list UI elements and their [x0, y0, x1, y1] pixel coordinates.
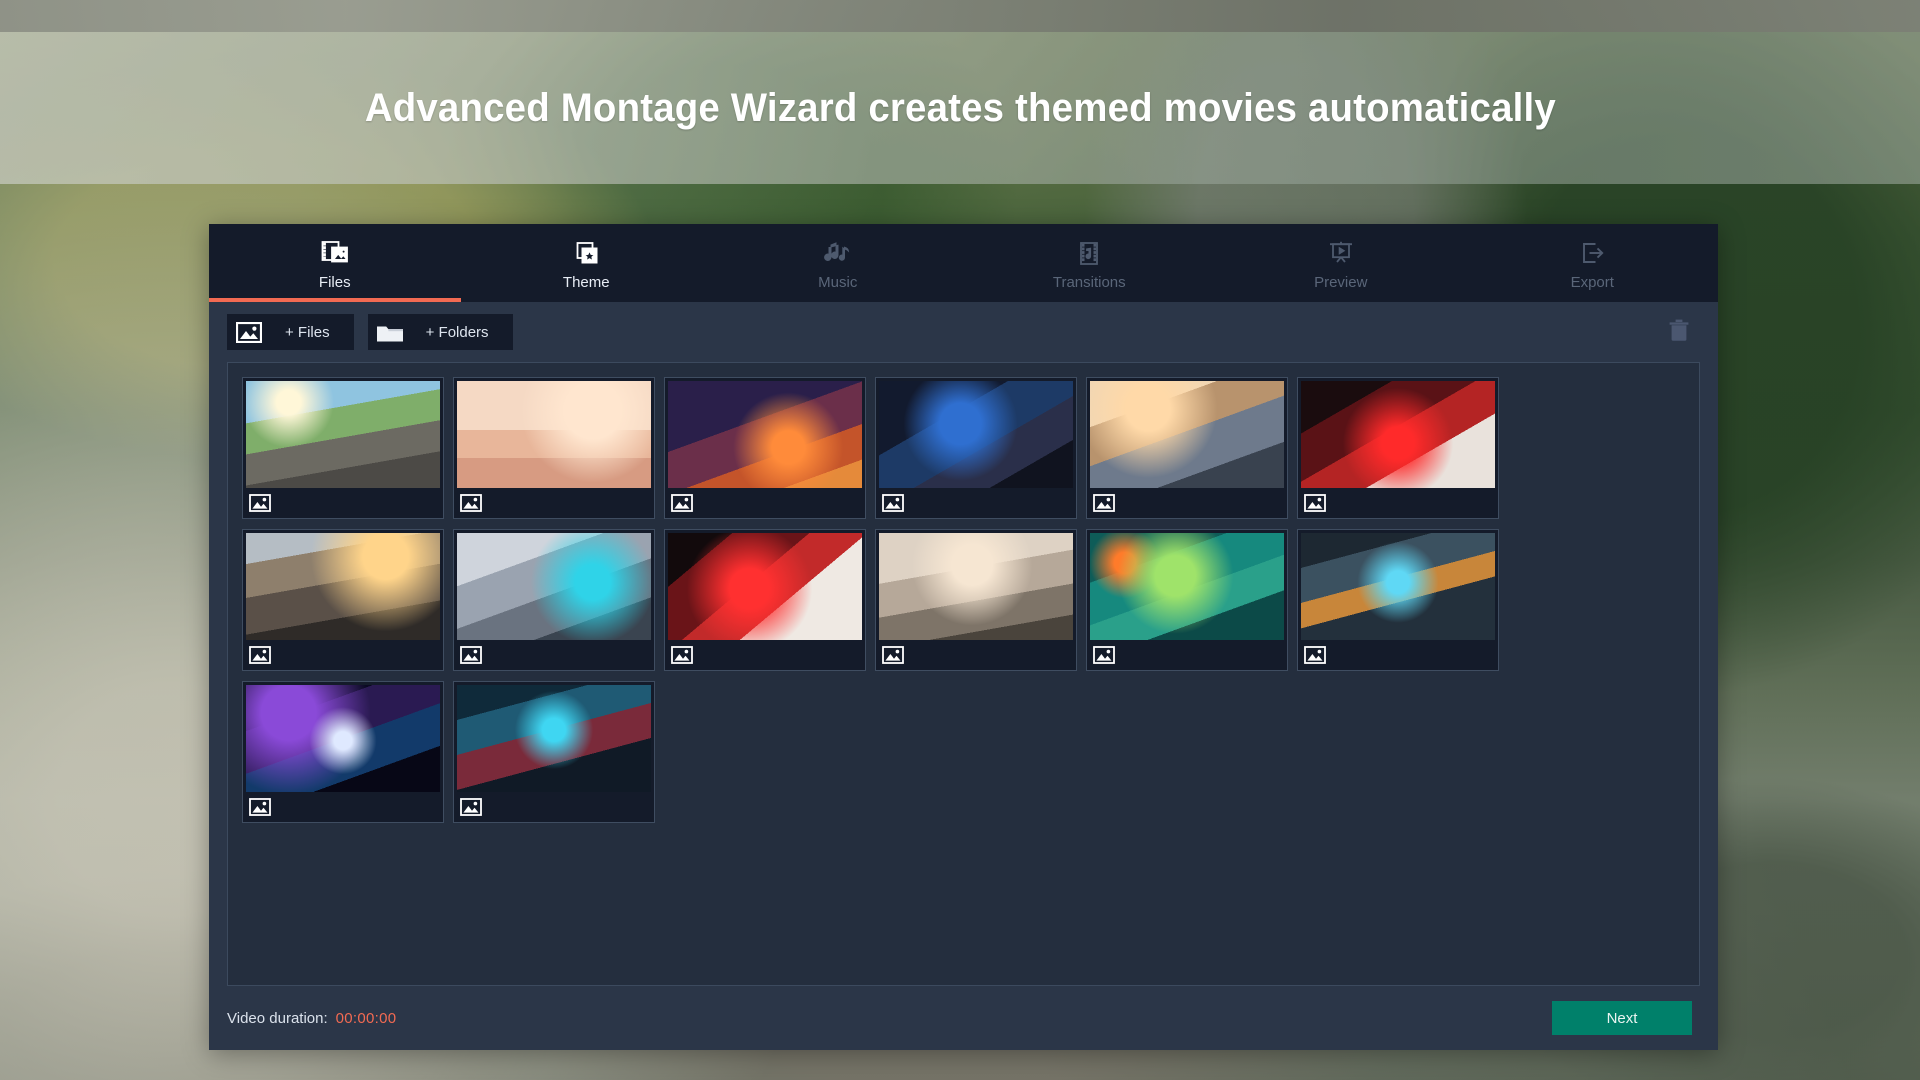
- image-badge-icon: [460, 646, 482, 664]
- add-folders-label: + Folders: [425, 323, 489, 341]
- thumbnail-image: [1090, 533, 1284, 640]
- video-duration-value: 00:00:00: [335, 1009, 397, 1027]
- tab-label-export: Export: [1570, 274, 1614, 291]
- add-files-button[interactable]: + Files: [227, 314, 354, 350]
- preview-play-icon: [1326, 239, 1356, 269]
- media-thumbnail[interactable]: [453, 377, 655, 519]
- thumbnail-footer: [665, 488, 865, 518]
- thumbnail-image: [457, 685, 651, 792]
- tab-transitions[interactable]: Transitions: [964, 224, 1216, 302]
- background-top-strip: [0, 0, 1920, 32]
- thumbnail-footer: [1087, 640, 1287, 670]
- image-badge-icon: [671, 646, 693, 664]
- image-badge-icon: [249, 494, 271, 512]
- image-badge-icon: [1093, 646, 1115, 664]
- tab-label-preview: Preview: [1314, 274, 1368, 291]
- thumbnail-footer: [1298, 488, 1498, 518]
- thumbnail-image: [879, 381, 1073, 488]
- thumbnail-footer: [454, 640, 654, 670]
- image-badge-icon: [460, 494, 482, 512]
- thumbnail-footer: [1087, 488, 1287, 518]
- image-badge-icon: [249, 798, 271, 816]
- montage-wizard-window: Files Theme Music Transitions Preview Ex…: [209, 224, 1718, 1050]
- add-files-label: + Files: [285, 323, 330, 341]
- thumbnail-image: [457, 381, 651, 488]
- media-thumbnail[interactable]: [664, 377, 866, 519]
- image-badge-icon: [671, 494, 693, 512]
- media-thumbnail[interactable]: [1297, 529, 1499, 671]
- tab-files[interactable]: Files: [209, 224, 461, 302]
- media-grid-area[interactable]: [227, 362, 1700, 986]
- status-bar: Video duration: 00:00:00 Next: [209, 986, 1718, 1050]
- next-button[interactable]: Next: [1552, 1001, 1692, 1035]
- thumbnail-footer: [876, 488, 1076, 518]
- export-arrow-icon: [1577, 239, 1607, 269]
- thumbnail-footer: [876, 640, 1076, 670]
- media-thumbnail[interactable]: [1086, 529, 1288, 671]
- image-badge-icon: [1304, 646, 1326, 664]
- tab-label-files: Files: [318, 274, 351, 291]
- thumbnail-image: [668, 533, 862, 640]
- transitions-icon: [1074, 239, 1104, 269]
- page-title: Advanced Montage Wizard creates themed m…: [364, 85, 1556, 130]
- tab-label-theme: Theme: [562, 274, 610, 291]
- thumbnail-image: [246, 533, 440, 640]
- trash-icon: [1668, 318, 1690, 347]
- image-badge-icon: [249, 646, 271, 664]
- tab-preview[interactable]: Preview: [1215, 224, 1467, 302]
- media-thumbnail[interactable]: [1297, 377, 1499, 519]
- thumbnail-footer: [1298, 640, 1498, 670]
- thumbnail-image: [1301, 533, 1495, 640]
- media-thumbnail[interactable]: [1086, 377, 1288, 519]
- thumbnail-footer: [454, 488, 654, 518]
- video-duration-label: Video duration:: [227, 1009, 328, 1027]
- media-thumbnail[interactable]: [242, 681, 444, 823]
- image-badge-icon: [882, 646, 904, 664]
- thumbnail-image: [1090, 381, 1284, 488]
- thumbnail-image: [457, 533, 651, 640]
- header-banner: Advanced Montage Wizard creates themed m…: [0, 32, 1920, 184]
- image-badge-icon: [460, 798, 482, 816]
- tab-music[interactable]: Music: [712, 224, 964, 302]
- delete-button[interactable]: [1662, 314, 1696, 350]
- tab-theme[interactable]: Theme: [461, 224, 713, 302]
- folder-icon: [368, 314, 412, 350]
- media-thumbnail[interactable]: [875, 529, 1077, 671]
- media-thumbnail[interactable]: [664, 529, 866, 671]
- image-badge-icon: [1304, 494, 1326, 512]
- tab-label-music: Music: [818, 274, 858, 291]
- image-badge-icon: [1093, 494, 1115, 512]
- thumbnail-footer: [665, 640, 865, 670]
- thumbnail-footer: [454, 792, 654, 822]
- thumbnail-footer: [243, 488, 443, 518]
- wizard-tab-bar: Files Theme Music Transitions Preview Ex…: [209, 224, 1718, 302]
- media-thumbnail[interactable]: [453, 681, 655, 823]
- thumbnail-footer: [243, 792, 443, 822]
- image-icon: [227, 314, 271, 350]
- media-thumbnail[interactable]: [453, 529, 655, 671]
- files-toolbar: + Files + Folders: [209, 302, 1718, 362]
- thumbnail-image: [668, 381, 862, 488]
- music-note-icon: [823, 239, 853, 269]
- theme-star-icon: [571, 239, 601, 269]
- add-folders-button[interactable]: + Folders: [367, 314, 513, 350]
- image-badge-icon: [882, 494, 904, 512]
- thumbnail-image: [879, 533, 1073, 640]
- thumbnail-image: [246, 381, 440, 488]
- tab-label-transitions: Transitions: [1052, 274, 1126, 291]
- media-thumbnail[interactable]: [242, 529, 444, 671]
- thumbnail-footer: [243, 640, 443, 670]
- media-grid: [242, 377, 1689, 823]
- thumbnail-image: [246, 685, 440, 792]
- media-thumbnail[interactable]: [875, 377, 1077, 519]
- media-thumbnail[interactable]: [242, 377, 444, 519]
- thumbnail-image: [1301, 381, 1495, 488]
- tab-export[interactable]: Export: [1467, 224, 1719, 302]
- film-image-icon: [320, 239, 350, 269]
